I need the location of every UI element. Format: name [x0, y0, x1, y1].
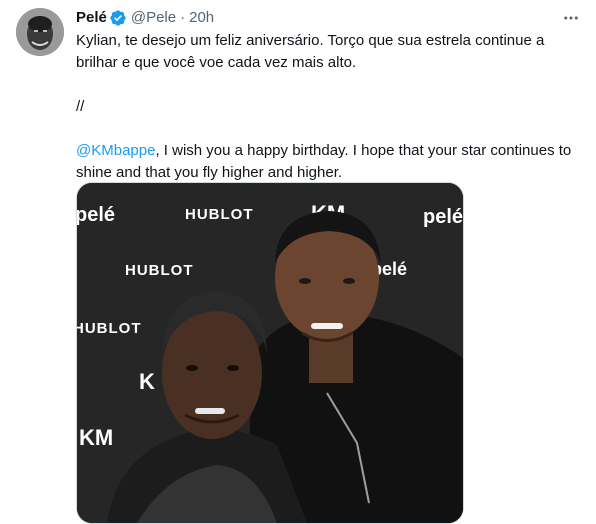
author-name[interactable]: Pelé: [76, 8, 107, 28]
tweet-timestamp[interactable]: 20h: [189, 8, 214, 28]
backdrop-logo-hublot-1: HUBLOT: [185, 206, 254, 223]
mention-link[interactable]: @KMbappe: [76, 142, 155, 159]
tweet-body: Kylian, te desejo um feliz aniversário. …: [76, 30, 576, 184]
backdrop-logo-hublot-3: HUBLOT: [77, 320, 142, 337]
backdrop-logo-k: K: [139, 369, 155, 394]
tweet-text-divider: //: [76, 98, 85, 115]
tweet-text-en-line1: @KMbappe, I wish you a happy birthday. I…: [76, 140, 576, 162]
backdrop-logo-pele-1: pelé: [77, 204, 115, 226]
author-handle[interactable]: @Pele: [131, 8, 176, 28]
separator-dot: ·: [180, 9, 186, 26]
more-options-icon[interactable]: [560, 8, 582, 28]
author-avatar[interactable]: [16, 8, 64, 56]
backdrop-logo-hublot-2: HUBLOT: [125, 262, 194, 279]
tweet-header: Pelé @Pele · 20h: [76, 8, 584, 28]
tweet-text-pt-line1: Kylian, te desejo um feliz aniversário. …: [76, 32, 545, 49]
backdrop-logo-pele-2: pelé: [423, 206, 463, 228]
tweet-text-en-line1-rest: , I wish you a happy birthday. I hope th…: [155, 142, 572, 159]
tweet-text-pt-line2: brilhar e que você voe cada vez mais alt…: [76, 54, 357, 71]
verified-badge-icon: [109, 9, 127, 27]
tweet-photo[interactable]: pelé HUBLOT KM pelé HUBLOT pelé HUBLOT K…: [76, 182, 464, 524]
backdrop-logo-km-2: KM: [79, 425, 113, 450]
tweet-text-en-line2: shine and that you fly higher and higher…: [76, 164, 343, 181]
